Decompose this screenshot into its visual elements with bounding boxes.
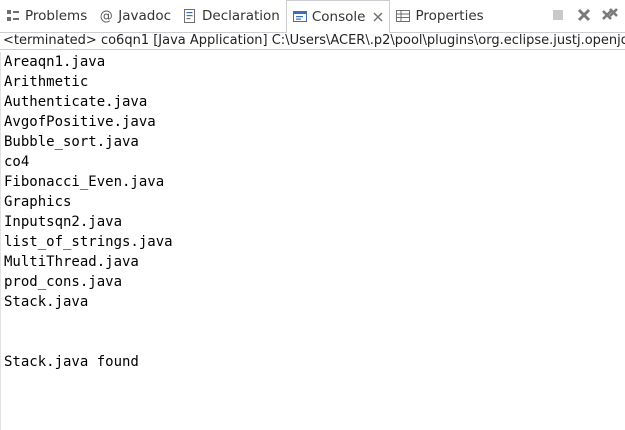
properties-icon [394,7,412,25]
view-tab-bar: Problems @ Javadoc Declaration Console P… [0,0,625,33]
tab-declaration[interactable]: Declaration [177,0,286,32]
terminate-icon[interactable] [549,6,567,24]
declaration-icon [181,7,199,25]
output-line: prod_cons.java [4,274,123,290]
problems-icon [4,7,22,25]
view-toolbar [549,5,619,25]
tab-label: Declaration [202,8,280,24]
close-icon[interactable] [371,10,385,24]
output-line: Authenticate.java [4,94,148,110]
output-line: MultiThread.java [4,254,139,270]
javadoc-icon: @ [99,8,113,24]
tab-properties[interactable]: Properties [390,0,489,32]
output-line: Bubble_sort.java [4,134,139,150]
output-line: list_of_strings.java [4,234,173,250]
output-line: Arithmetic [4,74,89,90]
tab-console[interactable]: Console [285,0,391,33]
console-output[interactable]: Areaqn1.java Arithmetic Authenticate.jav… [0,52,625,430]
output-line: Inputsqn2.java [4,214,123,230]
tab-label: Problems [25,8,88,24]
remove-launch-icon[interactable] [575,6,593,24]
output-line: Areaqn1.java [4,54,106,70]
output-line: AvgofPositive.java [4,114,156,130]
remove-all-terminated-icon[interactable] [601,6,619,24]
tab-label: Javadoc [118,8,172,24]
output-line: Stack.java found [4,354,139,370]
tab-javadoc[interactable]: @ Javadoc [93,0,177,32]
tab-label: Console [311,9,366,25]
tab-problems[interactable]: Problems [0,0,93,32]
tab-label: Properties [415,8,484,24]
output-line: Fibonacci_Even.java [4,174,165,190]
output-line: Stack.java [4,294,89,310]
console-status-line: <terminated> co6qn1 [Java Application] C… [0,33,625,50]
console-icon [291,8,309,26]
output-line: Graphics [4,194,72,210]
output-line: co4 [4,154,30,170]
